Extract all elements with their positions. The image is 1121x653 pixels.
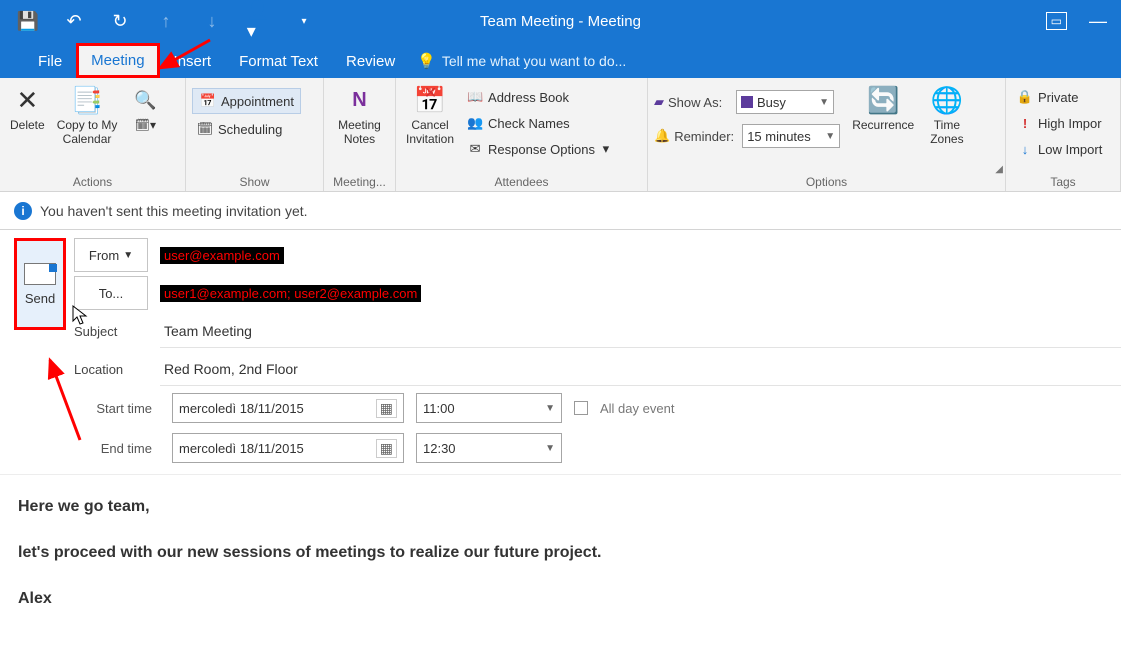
group-show-label: Show: [186, 173, 323, 191]
subject-input[interactable]: Team Meeting: [160, 315, 1121, 348]
end-time-input[interactable]: 12:30▼: [416, 433, 562, 463]
end-date-input[interactable]: mercoledì 18/11/2015 ▦: [172, 433, 404, 463]
info-icon: i: [14, 202, 32, 220]
globe-icon: 🌐: [931, 84, 963, 116]
envelope-icon: [24, 263, 56, 285]
minimize-icon[interactable]: —: [1089, 11, 1107, 32]
recurrence-icon: 🔄: [867, 84, 899, 116]
meeting-notes-button[interactable]: N Meeting Notes: [334, 82, 385, 148]
lock-icon: 🔒: [1016, 88, 1034, 106]
cancel-icon: 📅✕: [414, 84, 446, 116]
time-zones-button[interactable]: 🌐 Time Zones: [926, 82, 967, 148]
location-label: Location: [74, 362, 160, 377]
all-day-checkbox[interactable]: [574, 401, 588, 415]
body-line: let's proceed with our new sessions of m…: [18, 541, 1103, 565]
show-as-label: Show As:: [668, 95, 732, 110]
appointment-button[interactable]: 📅 Appointment: [192, 88, 301, 114]
info-text: You haven't sent this meeting invitation…: [40, 203, 308, 219]
all-day-label: All day event: [600, 401, 674, 416]
address-book-icon: 📖: [466, 88, 484, 106]
high-importance-button[interactable]: ! High Impor: [1012, 112, 1106, 134]
group-options-label: Options: [648, 173, 1005, 191]
start-time-input[interactable]: 11:00▼: [416, 393, 562, 423]
start-time-label: Start time: [74, 401, 160, 416]
subject-label: Subject: [74, 324, 160, 339]
tab-insert[interactable]: Insert: [160, 45, 226, 78]
show-as-toggle-icon: ▰: [654, 94, 664, 110]
body-line: Here we go team,: [18, 495, 1103, 519]
compose-header: Send From▼ user@example.com To... user1@…: [0, 230, 1121, 475]
qat-customize-icon[interactable]: ▾: [294, 11, 314, 31]
high-importance-icon: !: [1016, 114, 1034, 132]
scheduling-icon: 🗓: [196, 120, 214, 138]
address-book-button[interactable]: 📖 Address Book: [462, 86, 613, 108]
from-button[interactable]: From▼: [74, 238, 148, 272]
body-line: Alex: [18, 587, 1103, 611]
up-icon[interactable]: ↑: [156, 11, 176, 31]
to-button[interactable]: To...: [74, 276, 148, 310]
people-icon[interactable]: 👤▾: [248, 11, 268, 31]
recurrence-button[interactable]: 🔄 Recurrence: [848, 82, 918, 134]
redo-icon[interactable]: ↻: [110, 11, 130, 31]
message-body[interactable]: Here we go team, let's proceed with our …: [0, 475, 1121, 653]
reminder-dropdown[interactable]: 15 minutes ▼: [742, 124, 840, 148]
group-tags-label: Tags: [1006, 173, 1120, 191]
low-importance-button[interactable]: ↓ Low Import: [1012, 138, 1106, 160]
onenote-icon: N: [343, 84, 375, 116]
title-bar: 💾 ↶ ↻ ↑ ↓ 👤▾ ▾ Team Meeting - Meeting ▭ …: [0, 0, 1121, 42]
tab-review[interactable]: Review: [332, 45, 409, 78]
response-options-button[interactable]: ✉ Response Options ▾: [462, 138, 613, 160]
location-input[interactable]: Red Room, 2nd Floor: [160, 353, 1121, 386]
scheduling-button[interactable]: 🗓 Scheduling: [192, 118, 301, 140]
tell-me-search[interactable]: 💡 Tell me what you want to do...: [417, 44, 626, 78]
options-dialog-launcher[interactable]: ◢: [995, 164, 1003, 175]
low-importance-icon: ↓: [1016, 140, 1034, 158]
busy-color-icon: [741, 96, 753, 108]
undo-icon[interactable]: ↶: [64, 11, 84, 31]
calendar-copy-icon: 📑: [71, 84, 103, 116]
start-date-input[interactable]: mercoledì 18/11/2015 ▦: [172, 393, 404, 423]
show-as-dropdown[interactable]: Busy ▼: [736, 90, 834, 114]
info-bar: i You haven't sent this meeting invitati…: [0, 192, 1121, 230]
ribbon-display-options-icon[interactable]: ▭: [1046, 12, 1067, 30]
group-actions-label: Actions: [0, 173, 185, 191]
save-icon[interactable]: 💾: [18, 11, 38, 31]
tab-format-text[interactable]: Format Text: [225, 45, 332, 78]
calendar-picker-icon[interactable]: ▦: [376, 399, 397, 418]
appointment-icon: 📅: [199, 92, 217, 110]
ribbon-tabs: File Meeting Insert Format Text Review 💡…: [0, 42, 1121, 78]
copy-to-my-calendar-button[interactable]: 📑 Copy to My Calendar: [53, 82, 122, 148]
reminder-bell-icon: 🔔: [654, 128, 670, 144]
calendar-dropdown-button[interactable]: 🔍 🗓▾: [125, 82, 165, 134]
window-title: Team Meeting - Meeting: [480, 13, 641, 30]
down-icon[interactable]: ↓: [202, 11, 222, 31]
calendar-icon: 🔍: [129, 84, 161, 116]
send-button[interactable]: Send: [14, 238, 66, 330]
to-value[interactable]: user1@example.com; user2@example.com: [160, 285, 421, 302]
tab-meeting[interactable]: Meeting: [76, 43, 159, 78]
group-meeting-label: Meeting...: [324, 173, 395, 191]
calendar-picker-icon[interactable]: ▦: [376, 439, 397, 458]
lightbulb-icon: 💡: [417, 52, 436, 70]
tell-me-placeholder: Tell me what you want to do...: [442, 53, 626, 69]
check-names-button[interactable]: 👥 Check Names: [462, 112, 613, 134]
cancel-invitation-button[interactable]: 📅✕ Cancel Invitation: [402, 82, 458, 148]
reminder-label: Reminder:: [674, 129, 738, 144]
private-button[interactable]: 🔒 Private: [1012, 86, 1106, 108]
tab-file[interactable]: File: [24, 45, 76, 78]
from-value: user@example.com: [160, 247, 284, 264]
calendar-small-icon: 🗓: [135, 118, 150, 132]
ribbon: ✕ Delete 📑 Copy to My Calendar 🔍 🗓▾ Acti…: [0, 78, 1121, 192]
check-names-icon: 👥: [466, 114, 484, 132]
end-time-label: End time: [74, 441, 160, 456]
delete-button[interactable]: ✕ Delete: [6, 82, 49, 134]
response-options-icon: ✉: [466, 140, 484, 158]
group-attendees-label: Attendees: [396, 173, 647, 191]
delete-icon: ✕: [11, 84, 43, 116]
